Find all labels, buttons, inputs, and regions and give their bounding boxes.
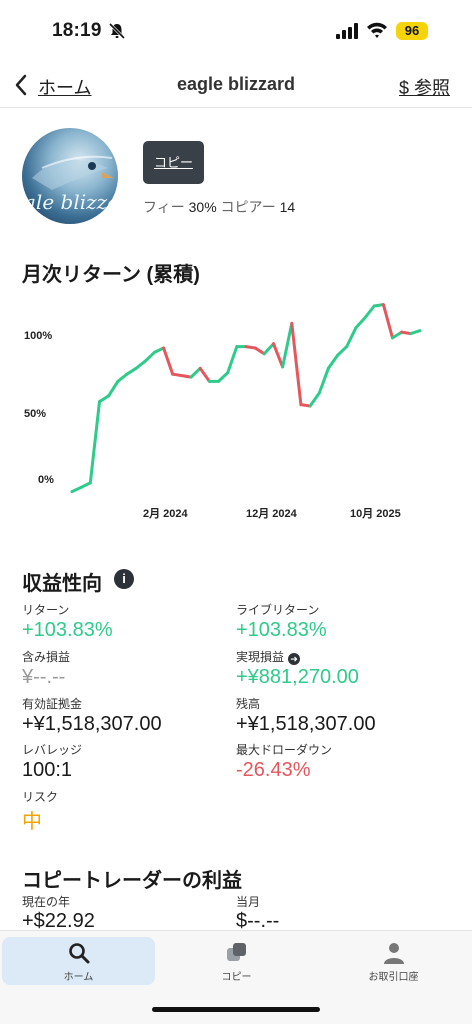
chart-line-segment — [253, 346, 266, 356]
copy-profit-title: コピートレーダーの利益 — [22, 870, 242, 892]
y-tick-label: 0% — [38, 474, 54, 486]
equity-value: +¥1,518,307.00 — [22, 713, 162, 735]
chart-line-segment — [162, 346, 175, 376]
copier-label: コピアー — [220, 199, 276, 215]
info-icon[interactable]: i — [114, 569, 134, 589]
fee-label: フィー — [143, 199, 185, 215]
fee-copier-line: フィー 30% コピアー 14 — [143, 197, 295, 217]
chart-line-segment — [290, 321, 303, 407]
chart-line-segment — [143, 350, 156, 363]
chart-line-segment — [354, 316, 367, 330]
tab-home[interactable]: ホーム — [2, 937, 155, 985]
chart-line-segment — [107, 379, 120, 398]
chart-line-segment — [226, 345, 239, 375]
home-indicator — [152, 1007, 320, 1012]
fee-value: 30% — [188, 199, 217, 215]
current-year-label: 現在の年 — [22, 895, 71, 909]
realized-label-row: 実現損益 ➜ — [236, 648, 301, 665]
chart-line-segment — [198, 366, 211, 383]
status-time: 18:19 — [52, 20, 102, 41]
unrealized-label: 含み損益 — [22, 650, 71, 664]
tab-account-label: お取引口座 — [368, 972, 419, 983]
balance-value: +¥1,518,307.00 — [236, 713, 376, 735]
chart-line-segment — [125, 366, 138, 376]
chart-line-segment — [326, 353, 340, 370]
current-month-label: 当月 — [236, 895, 261, 909]
chart-line-segment — [317, 366, 330, 395]
bell-muted-icon — [108, 22, 126, 40]
avatar-text: ale blizza — [24, 190, 118, 214]
y-tick-label: 100% — [24, 330, 52, 342]
nav-bar: ホーム eagle blizzard $ 参照 — [0, 64, 472, 108]
realized-label: 実現損益 — [236, 650, 285, 664]
reference-link[interactable]: $ 参照 — [399, 74, 450, 100]
live-return-label: ライブリターン — [236, 603, 320, 617]
chart-line-segment — [152, 346, 166, 354]
copier-value: 14 — [279, 199, 296, 215]
chart-line-segment — [189, 366, 202, 379]
return-line-series — [70, 303, 422, 494]
chart-line-segment — [134, 359, 147, 370]
equity-label: 有効証拠金 — [22, 697, 83, 711]
chart-line-segment — [70, 485, 83, 494]
tab-copy[interactable]: コピー — [160, 937, 313, 985]
return-chart: 100% 50% 0% 2月 2024 12月 2024 10月 2025 — [24, 303, 422, 520]
arrow-right-icon[interactable]: ➜ — [288, 653, 301, 665]
risk-label: リスク — [22, 790, 59, 804]
chart-line-segment — [363, 304, 376, 320]
tab-copy-label: コピー — [221, 972, 252, 983]
copy-icon — [226, 943, 246, 961]
battery-indicator: 96 — [396, 22, 428, 40]
chart-line-segment — [79, 481, 92, 489]
chart-line-segment — [281, 321, 294, 369]
balance-label: 残高 — [236, 697, 261, 711]
chart-line-segment — [336, 345, 349, 357]
chart-line-segment — [116, 372, 129, 383]
return-label: リターン — [22, 603, 70, 617]
x-tick-label: 2月 2024 — [143, 507, 189, 520]
x-tick-label: 10月 2025 — [350, 507, 401, 520]
person-icon — [383, 943, 404, 964]
status-bar: 18:19 96 — [0, 0, 472, 64]
y-tick-label: 50% — [24, 408, 46, 420]
return-value: +103.83% — [22, 619, 113, 641]
chart-line-segment — [98, 394, 111, 404]
chart-line-segment — [88, 400, 101, 485]
performance-title: 収益性向 — [22, 573, 102, 595]
chart-line-segment — [262, 342, 275, 356]
chart-line-segment — [272, 342, 285, 369]
x-tick-label: 12月 2024 — [246, 507, 298, 520]
search-icon — [68, 943, 89, 964]
chart-line-segment — [381, 303, 394, 340]
chart-title: 月次リターン (累積) — [22, 264, 200, 286]
avatar: ale blizza — [22, 128, 118, 224]
chart-line-segment — [217, 371, 230, 383]
chart-line-segment — [409, 329, 422, 336]
drawdown-label: 最大ドローダウン — [236, 743, 333, 757]
realized-value: +¥881,270.00 — [236, 666, 359, 688]
wifi-icon — [367, 22, 387, 38]
signal-icon — [336, 23, 358, 39]
copy-button[interactable]: コピー — [143, 141, 204, 184]
leverage-value: 100:1 — [22, 759, 73, 781]
drawdown-value: -26.43% — [236, 759, 311, 781]
tab-account[interactable]: お取引口座 — [317, 937, 470, 985]
chart-line-segment — [345, 326, 358, 349]
live-return-value: +103.83% — [236, 619, 327, 641]
leverage-label: レバレッジ — [22, 743, 83, 757]
chart-line-segment — [308, 391, 321, 408]
unrealized-value: ¥--.-- — [22, 666, 66, 688]
tab-home-label: ホーム — [63, 972, 94, 983]
risk-value: 中 — [22, 811, 42, 833]
chart-line-segment — [391, 330, 404, 340]
